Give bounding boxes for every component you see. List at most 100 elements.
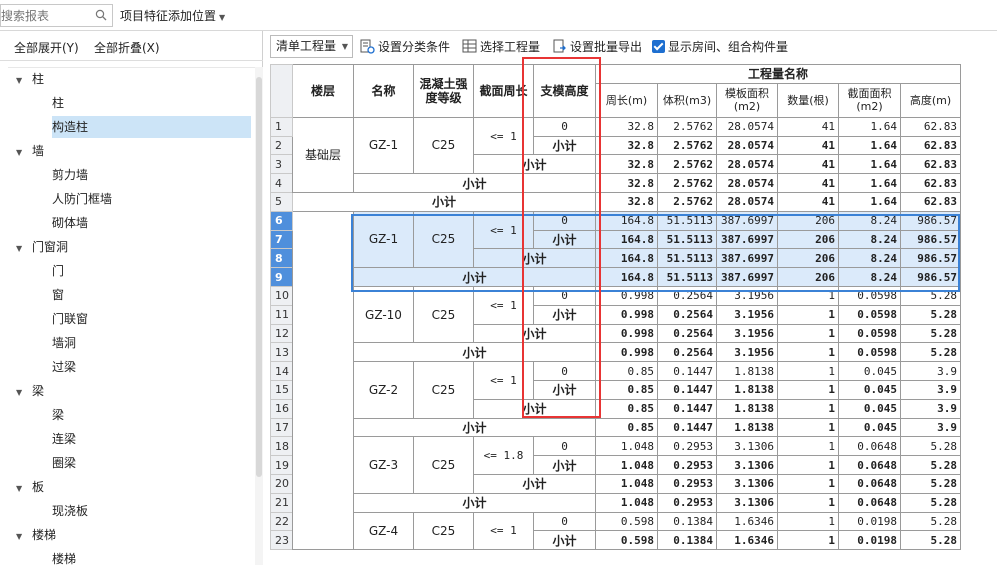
header-name[interactable]: 名称	[353, 64, 414, 118]
row-number[interactable]: 22	[270, 511, 293, 532]
tree-item-label: 圈梁	[52, 456, 77, 470]
tree-item[interactable]: 门	[52, 260, 64, 282]
row-number[interactable]: 13	[270, 342, 293, 363]
value-cell: 62.83	[900, 154, 961, 175]
header-floor[interactable]: 楼层	[292, 64, 354, 118]
tree-item-label: 楼梯	[32, 528, 57, 542]
row-number[interactable]: 9	[270, 267, 293, 287]
tree-item[interactable]: 门联窗	[52, 308, 88, 330]
row-number[interactable]: 18	[270, 436, 293, 457]
tree-item[interactable]: 砌体墙	[52, 212, 88, 234]
row-number[interactable]: 5	[270, 191, 293, 212]
tree-scrollbar[interactable]	[255, 67, 263, 565]
header-perimeter-section[interactable]: 截面周长	[473, 64, 534, 118]
tree-group[interactable]: ▼ 柱	[16, 68, 44, 90]
header-concrete[interactable]: 混凝土强度等级	[413, 64, 474, 118]
batch-export-button[interactable]: 设置批量导出	[552, 38, 642, 56]
tree-item[interactable]: 楼梯	[52, 548, 76, 565]
report-table: 楼层 名称 混凝土强度等级 截面周长 支模高度 工程量名称 周长(m) 体积(m3) 模板面积(…	[270, 64, 961, 551]
tree-item[interactable]: 梁	[52, 404, 64, 426]
tree-item[interactable]: 现浇板	[52, 500, 88, 522]
row-number[interactable]: 17	[270, 417, 293, 438]
row-number[interactable]: 10	[270, 285, 293, 306]
search-input[interactable]	[1, 5, 91, 26]
row-number[interactable]: 6	[270, 210, 293, 231]
tree-item[interactable]: 圈梁	[52, 452, 76, 474]
value-cell: 5.28	[900, 511, 961, 532]
header-formwork-height[interactable]: 支模高度	[533, 64, 596, 118]
tree-item[interactable]: 连梁	[52, 428, 76, 450]
left-toolbar: 全部展开(Y) 全部折叠(X)	[0, 31, 263, 61]
show-room-checkbox[interactable]: 显示房间、组合构件量	[652, 38, 788, 56]
collapse-all-button[interactable]: 全部折叠(X)	[94, 39, 160, 56]
value-cell: 0.2564	[657, 304, 717, 325]
expand-arrow-icon[interactable]: ▼	[16, 70, 32, 92]
row-number[interactable]: 16	[270, 398, 293, 419]
tree-item[interactable]: 墙洞	[52, 332, 76, 354]
header-perimeter[interactable]: 周长(m)	[595, 82, 658, 118]
expand-all-button[interactable]: 全部展开(Y)	[14, 39, 79, 56]
row-number[interactable]: 1	[270, 116, 293, 137]
row-number[interactable]: 7	[270, 229, 293, 250]
feature-position-dropdown[interactable]: 项目特征添加位置 ▼	[120, 7, 225, 24]
tree-item-label: 柱	[32, 72, 45, 86]
header-quantity-name[interactable]: 工程量名称	[595, 64, 961, 84]
row-number[interactable]: 19	[270, 455, 293, 475]
header-height[interactable]: 高度(m)	[900, 82, 961, 118]
row-number[interactable]: 20	[270, 473, 293, 494]
tree-item[interactable]: 过梁	[52, 356, 76, 378]
expand-arrow-icon[interactable]: ▼	[16, 382, 32, 404]
expand-arrow-icon[interactable]: ▼	[16, 478, 32, 500]
header-formwork-area[interactable]: 模板面积(m2)	[716, 82, 778, 118]
row-number[interactable]: 8	[270, 248, 293, 269]
tree-item-label: 门	[52, 264, 65, 278]
value-cell: 28.0574	[716, 191, 778, 212]
row-number[interactable]: 21	[270, 492, 293, 513]
value-cell: 0.998	[595, 304, 658, 325]
quantity-type-select[interactable]: 清单工程量 ▼	[270, 35, 353, 58]
select-quantity-button[interactable]: 选择工程量	[462, 38, 540, 56]
row-number[interactable]: 2	[270, 135, 293, 156]
expand-arrow-icon[interactable]: ▼	[16, 142, 32, 164]
tree-item[interactable]: 构造柱	[52, 116, 251, 138]
tree-group[interactable]: ▼ 墙	[16, 140, 44, 162]
value-cell: 1	[777, 361, 839, 381]
search-icon[interactable]	[95, 9, 107, 24]
tree-item[interactable]: 窗	[52, 284, 64, 306]
row-number[interactable]: 15	[270, 379, 293, 400]
value-cell: 1	[777, 342, 839, 363]
formwork-height-cell: 0	[533, 116, 596, 137]
row-number[interactable]: 12	[270, 323, 293, 344]
checkbox-checked-icon[interactable]	[652, 40, 665, 53]
row-number[interactable]: 3	[270, 154, 293, 175]
tree-group[interactable]: ▼ 楼梯	[16, 524, 56, 546]
tree-item[interactable]: 柱	[52, 92, 64, 114]
scrollbar-thumb[interactable]	[256, 77, 262, 477]
expand-arrow-icon[interactable]: ▼	[16, 526, 32, 548]
header-section-area[interactable]: 截面面积(m2)	[838, 82, 901, 118]
row-number[interactable]: 4	[270, 173, 293, 193]
tree-item-label: 墙	[32, 144, 45, 158]
value-cell: 51.5113	[657, 267, 717, 287]
value-cell: 1.048	[595, 492, 658, 513]
row-number[interactable]: 14	[270, 361, 293, 381]
tree-item-label: 现浇板	[52, 504, 89, 518]
search-box[interactable]	[0, 4, 113, 27]
tree-group[interactable]: ▼ 板	[16, 476, 44, 498]
tree-group[interactable]: ▼ 门窗洞	[16, 236, 68, 258]
category-tree: ▼ 柱柱构造柱 ▼ 墙剪力墙 人防门框墙 砌体墙 ▼ 门窗洞门窗门联窗 墙洞 过梁 ▼ 梁梁连梁 圈梁 ▼…	[8, 67, 263, 565]
row-number[interactable]: 23	[270, 530, 293, 551]
tree-item[interactable]: 剪力墙	[52, 164, 88, 186]
tree-item[interactable]: 人防门框墙	[52, 188, 112, 210]
header-count[interactable]: 数量(根)	[777, 82, 839, 118]
row-number[interactable]: 11	[270, 304, 293, 325]
value-cell: 5.28	[900, 436, 961, 457]
expand-arrow-icon[interactable]: ▼	[16, 238, 32, 260]
header-volume[interactable]: 体积(m3)	[657, 82, 717, 118]
value-cell: 62.83	[900, 135, 961, 156]
value-cell: 3.9	[900, 379, 961, 400]
set-category-button[interactable]: 设置分类条件	[360, 38, 450, 56]
tree-group[interactable]: ▼ 梁	[16, 380, 44, 402]
formwork-height-cell: 0	[533, 210, 596, 231]
formwork-height-cell: 0	[533, 511, 596, 532]
